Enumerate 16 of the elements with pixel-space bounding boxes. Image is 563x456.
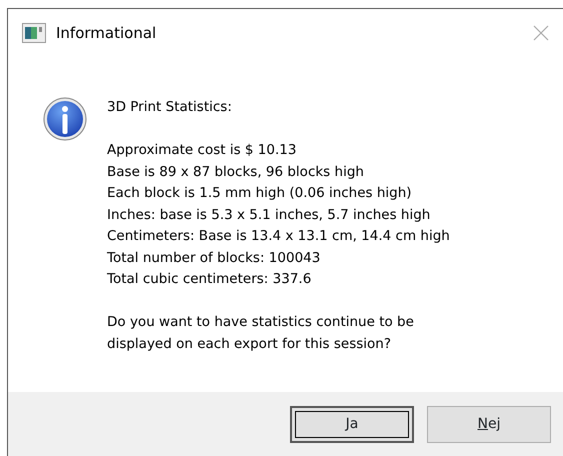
message-heading: 3D Print Statistics: xyxy=(107,98,232,117)
close-icon[interactable] xyxy=(533,25,549,41)
statistics-line: Base is 89 x 87 blocks, 96 blocks high xyxy=(107,162,364,182)
statistics-line: Inches: base is 5.3 x 5.1 inches, 5.7 inches high xyxy=(107,206,430,224)
statistics-line: Total number of blocks: 100043 xyxy=(107,248,320,268)
dialog-button[interactable]: Ja xyxy=(290,406,414,442)
statistics-line: Total cubic centimeters: 337.6 xyxy=(107,270,312,289)
window-title: Informational xyxy=(56,22,156,44)
statistics-line: Centimeters: Base is 13.4 x 13.1 cm, 14.4 cm high xyxy=(107,227,450,246)
dialog-button[interactable]: Nej xyxy=(427,406,551,442)
statistics-line: Approximate cost is $ 10.13 xyxy=(107,141,296,160)
app-icon xyxy=(22,23,46,43)
question-text: displayed on each export for this session? xyxy=(107,334,391,354)
statistics-line: Each block is 1.5 mm high (0.06 inches high) xyxy=(107,184,412,203)
info-icon xyxy=(43,97,87,141)
question-text: Do you want to have statistics continue to be xyxy=(107,313,414,332)
